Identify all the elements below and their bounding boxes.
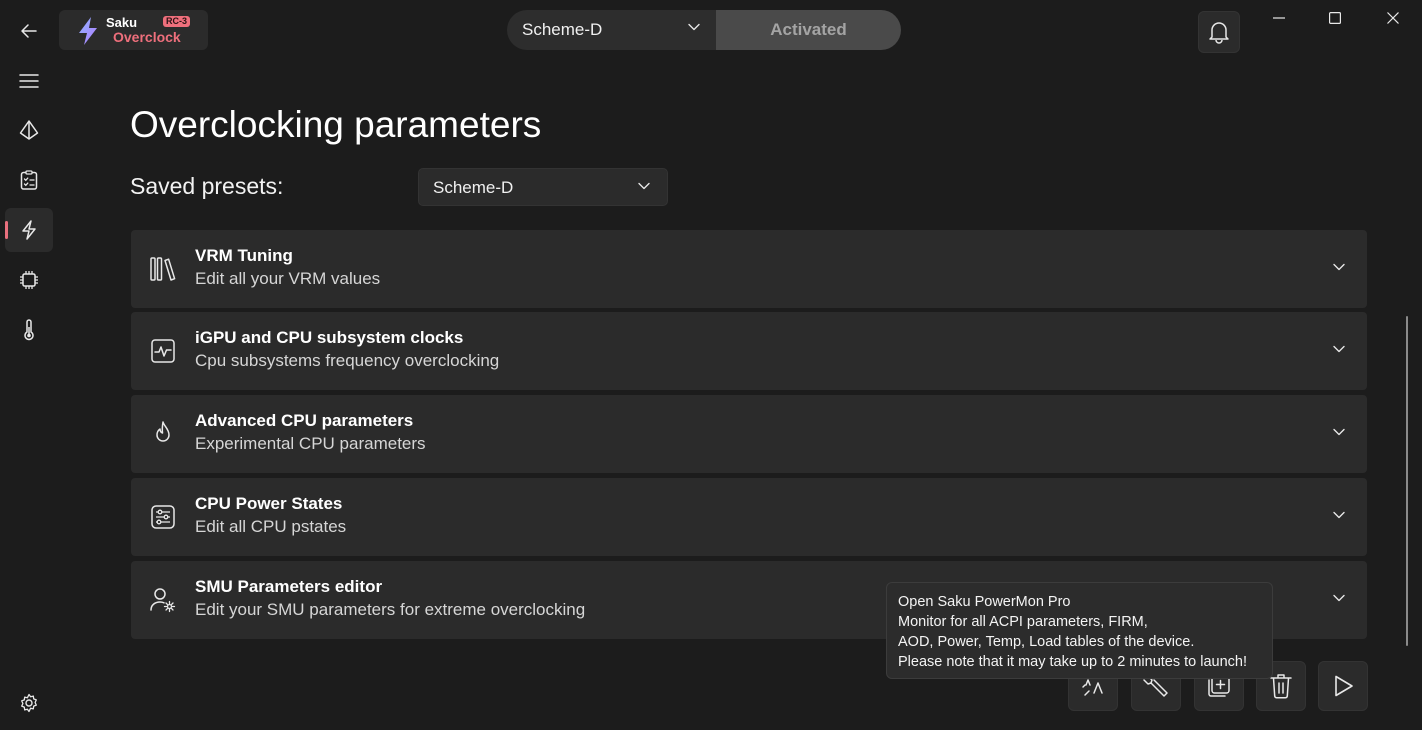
hamburger-icon bbox=[19, 73, 39, 89]
settings-button[interactable] bbox=[5, 681, 53, 725]
chip-icon bbox=[19, 270, 39, 290]
chevron-down-icon bbox=[1333, 345, 1345, 353]
chevron-down-icon bbox=[1333, 594, 1345, 602]
section-subtitle: Edit all your VRM values bbox=[195, 269, 381, 288]
chevron-down-icon bbox=[638, 182, 650, 190]
flame-icon bbox=[149, 420, 177, 448]
tooltip-line: Monitor for all ACPI parameters, FIRM, bbox=[898, 614, 1148, 630]
nav-item-temperature[interactable] bbox=[5, 308, 53, 352]
minimize-icon bbox=[1273, 17, 1285, 19]
apply-button[interactable] bbox=[1318, 661, 1368, 711]
section-title: CPU Power States bbox=[195, 494, 343, 513]
chevron-down-icon bbox=[688, 23, 700, 31]
section-subtitle: Cpu subsystems frequency overclocking bbox=[195, 351, 500, 370]
app-logo: Saku RC-3 Overclock bbox=[59, 10, 208, 50]
bell-icon bbox=[1208, 20, 1230, 44]
gear-icon bbox=[19, 693, 39, 713]
saved-presets-label: Saved presets: bbox=[130, 173, 284, 199]
section-vrm-tuning[interactable]: VRM Tuning Edit all your VRM values bbox=[131, 230, 1367, 308]
clipboard-checklist-icon bbox=[20, 170, 38, 190]
release-badge: RC-3 bbox=[163, 16, 191, 27]
logo-text-bottom: Overclock bbox=[113, 29, 181, 45]
section-title: iGPU and CPU subsystem clocks bbox=[195, 328, 464, 347]
tooltip-line: Open Saku PowerMon Pro bbox=[898, 594, 1071, 610]
section-igpu-cpu-clocks[interactable]: iGPU and CPU subsystem clocks Cpu subsys… bbox=[131, 312, 1367, 390]
section-advanced-cpu[interactable]: Advanced CPU parameters Experimental CPU… bbox=[131, 395, 1367, 473]
active-indicator bbox=[5, 221, 8, 239]
books-icon bbox=[149, 255, 177, 283]
close-icon bbox=[1387, 12, 1399, 24]
pulse-monitor-icon bbox=[149, 337, 177, 365]
section-title: VRM Tuning bbox=[195, 246, 293, 265]
tooltip-line: AOD, Power, Temp, Load tables of the dev… bbox=[898, 634, 1195, 650]
nav-item-overclock[interactable] bbox=[5, 208, 53, 252]
section-subtitle: Experimental CPU parameters bbox=[195, 434, 426, 453]
thermometer-icon bbox=[23, 319, 35, 341]
bolt-logo-icon bbox=[77, 17, 99, 45]
notifications-button[interactable] bbox=[1198, 11, 1240, 53]
section-cpu-power-states[interactable]: CPU Power States Edit all CPU pstates bbox=[131, 478, 1367, 556]
logo-text-top: Saku bbox=[106, 15, 138, 30]
section-title: Advanced CPU parameters bbox=[195, 411, 414, 430]
menu-toggle-button[interactable] bbox=[5, 59, 53, 103]
back-button[interactable] bbox=[5, 9, 53, 53]
user-gear-icon bbox=[149, 586, 177, 614]
powermon-tooltip: Open Saku PowerMon Pro Monitor for all A… bbox=[886, 582, 1273, 679]
saved-presets-value: Scheme-D bbox=[433, 178, 514, 197]
play-icon bbox=[1331, 674, 1355, 698]
chevron-down-icon bbox=[1333, 263, 1345, 271]
back-arrow-icon bbox=[20, 22, 38, 40]
scheme-selector[interactable]: Scheme-D bbox=[507, 10, 717, 50]
vertical-scrollbar[interactable] bbox=[1406, 316, 1408, 646]
maximize-icon bbox=[1329, 12, 1341, 24]
page-title: Overclocking parameters bbox=[130, 104, 542, 145]
saved-presets-dropdown[interactable]: Scheme-D bbox=[418, 168, 668, 206]
tooltip-line: Please note that it may take up to 2 min… bbox=[898, 654, 1248, 670]
nav-item-checklist[interactable] bbox=[5, 158, 53, 202]
activated-button[interactable]: Activated bbox=[716, 10, 901, 50]
chevron-down-icon bbox=[1333, 428, 1345, 436]
minimize-button[interactable] bbox=[1256, 6, 1302, 30]
sliders-list-icon bbox=[149, 503, 177, 531]
pyramid-icon bbox=[19, 120, 39, 140]
chevron-down-icon bbox=[1333, 511, 1345, 519]
section-title: SMU Parameters editor bbox=[195, 577, 383, 596]
section-subtitle: Edit all CPU pstates bbox=[195, 517, 347, 536]
scheme-selector-value: Scheme-D bbox=[522, 20, 603, 39]
nav-item-warning[interactable] bbox=[5, 108, 53, 152]
maximize-button[interactable] bbox=[1312, 6, 1358, 30]
close-button[interactable] bbox=[1370, 6, 1416, 30]
section-subtitle: Edit your SMU parameters for extreme ove… bbox=[195, 600, 586, 619]
lightning-icon bbox=[20, 220, 38, 240]
trash-icon bbox=[1269, 673, 1293, 699]
nav-item-processor[interactable] bbox=[5, 258, 53, 302]
